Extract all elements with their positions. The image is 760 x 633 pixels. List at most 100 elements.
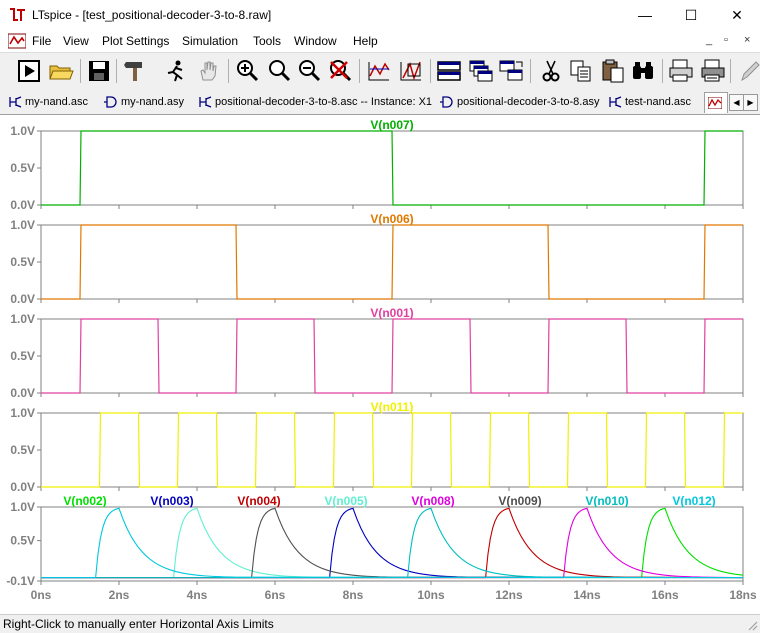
printer-icon: [701, 59, 725, 82]
menu-window[interactable]: Window: [294, 34, 337, 48]
tab-waveform-active[interactable]: [704, 92, 728, 113]
y-tick-label: 1.0V: [10, 500, 35, 514]
toolbar-separator: [662, 59, 663, 83]
tab-label: positional-decoder-3-to-8.asc -- Instanc…: [215, 96, 433, 108]
menu-view[interactable]: View: [63, 34, 89, 48]
waveform-plot[interactable]: 1.0V 0.5V 0.0V V(n007) 1.0V 0.5V 0.0V V(n006) 1.…: [0, 115, 760, 614]
waveform-trace: [41, 130, 743, 206]
mdi-close-button[interactable]: ×: [744, 34, 750, 46]
zoom-full-button[interactable]: [266, 58, 292, 84]
find-button[interactable]: [630, 58, 656, 84]
fft-icon: [400, 61, 421, 81]
tab-positional-decoder-asy[interactable]: positional-decoder-3-to-8.asy: [440, 92, 599, 112]
menu-help[interactable]: Help: [353, 34, 378, 48]
copy-icon: [570, 60, 591, 82]
maximize-button[interactable]: ☐: [668, 0, 714, 30]
run-icon: [18, 60, 40, 82]
pan-button[interactable]: [195, 58, 221, 84]
menu-plot-settings[interactable]: Plot Settings: [102, 34, 169, 48]
y-tick-label: 1.0V: [10, 406, 35, 420]
x-tick-label: 18ns: [729, 588, 757, 602]
trace-label: V(n010): [585, 494, 628, 508]
x-tick-label: 0ns: [31, 588, 52, 602]
waveform-window-icon: [8, 33, 26, 49]
cascade-button[interactable]: [468, 58, 494, 84]
zoom-out-icon: [299, 60, 321, 82]
run-button[interactable]: [16, 58, 42, 84]
mdi-restore-button[interactable]: ▫: [724, 34, 728, 46]
scissors-icon: [542, 60, 560, 82]
y-tick-label: -0.1V: [6, 574, 35, 588]
tab-label: my-nand.asc: [25, 96, 88, 108]
waveform-trace: [41, 412, 743, 488]
pencil-button[interactable]: [736, 58, 760, 84]
cut-button[interactable]: [538, 58, 564, 84]
trace-label: V(n003): [150, 494, 193, 508]
window-title: LTspice - [test_positional-decoder-3-to-…: [32, 8, 272, 22]
control-panel-button[interactable]: [122, 58, 148, 84]
trace-label: V(n008): [411, 494, 454, 508]
waveform-trace: [41, 507, 744, 579]
waveform-icon: [708, 97, 722, 110]
trace-label: V(n001): [370, 306, 413, 320]
print-preview-icon: [669, 59, 693, 82]
trace-label: V(n011): [371, 400, 414, 414]
waveform-viewer[interactable]: 1.0V 0.5V 0.0V V(n007) 1.0V 0.5V 0.0V V(n006) 1.…: [0, 115, 760, 614]
paste-button[interactable]: [600, 58, 626, 84]
tab-scroll-left-button[interactable]: ◀: [729, 94, 744, 111]
fft-button[interactable]: [398, 58, 424, 84]
cancel-zoom-icon: [330, 60, 352, 82]
toolbar: [0, 52, 760, 89]
tab-my-nand-asy[interactable]: my-nand.asy: [104, 92, 184, 112]
cascade-icon: [469, 60, 493, 82]
pencil-icon: [741, 61, 760, 82]
save-button[interactable]: [86, 58, 112, 84]
tab-scroll-right-button[interactable]: ▶: [743, 94, 758, 111]
x-tick-label: 4ns: [187, 588, 208, 602]
waveform-trace: [41, 507, 744, 579]
y-tick-label: 0.5V: [10, 443, 35, 457]
tile-horizontal-button[interactable]: [436, 58, 462, 84]
trace-label: V(n009): [498, 494, 541, 508]
menu-simulation[interactable]: Simulation: [182, 34, 238, 48]
resize-grip-icon[interactable]: [746, 619, 758, 631]
copy-button[interactable]: [568, 58, 594, 84]
x-tick-label: 12ns: [495, 588, 523, 602]
trace-label: V(n012): [672, 494, 715, 508]
toolbar-separator: [228, 59, 229, 83]
y-tick-label: 1.0V: [10, 218, 35, 232]
y-tick-label: 1.0V: [10, 312, 35, 326]
zoom-out-button[interactable]: [296, 58, 322, 84]
schematic-icon: [199, 96, 212, 108]
zoom-in-icon: [237, 60, 259, 82]
trace-label: V(n007): [370, 118, 413, 132]
waveform-trace: [41, 507, 744, 579]
y-tick-label: 0.5V: [10, 255, 35, 269]
tab-test-nand-asc[interactable]: test-nand.asc: [608, 92, 691, 112]
mdi-minimize-button[interactable]: _: [706, 34, 712, 46]
y-tick-label: 0.5V: [10, 161, 35, 175]
tab-label: positional-decoder-3-to-8.asy: [457, 96, 600, 108]
x-tick-label: 8ns: [343, 588, 364, 602]
hammer-icon: [124, 62, 142, 81]
symbol-icon: [440, 96, 453, 108]
tab-my-nand-asc[interactable]: my-nand.asc: [8, 92, 88, 112]
autorange-button[interactable]: [366, 58, 392, 84]
binoculars-icon: [633, 62, 653, 79]
tile-horizontal-icon: [437, 61, 461, 81]
menu-tools[interactable]: Tools: [253, 34, 281, 48]
close-button[interactable]: ✕: [714, 0, 760, 30]
zoom-in-button[interactable]: [234, 58, 260, 84]
print-button[interactable]: [700, 58, 726, 84]
print-preview-button[interactable]: [668, 58, 694, 84]
cancel-zoom-button[interactable]: [327, 58, 353, 84]
open-button[interactable]: [48, 58, 74, 84]
menu-file[interactable]: File: [32, 34, 51, 48]
title-bar: LTspice - [test_positional-decoder-3-to-…: [0, 0, 760, 30]
tile-vertical-button[interactable]: [498, 58, 524, 84]
minimize-button[interactable]: —: [622, 0, 668, 30]
tab-label: my-nand.asy: [121, 96, 184, 108]
run-cursor-button[interactable]: [162, 58, 188, 84]
x-tick-label: 2ns: [109, 588, 130, 602]
tab-positional-decoder-instance[interactable]: positional-decoder-3-to-8.asc -- Instanc…: [198, 92, 432, 112]
